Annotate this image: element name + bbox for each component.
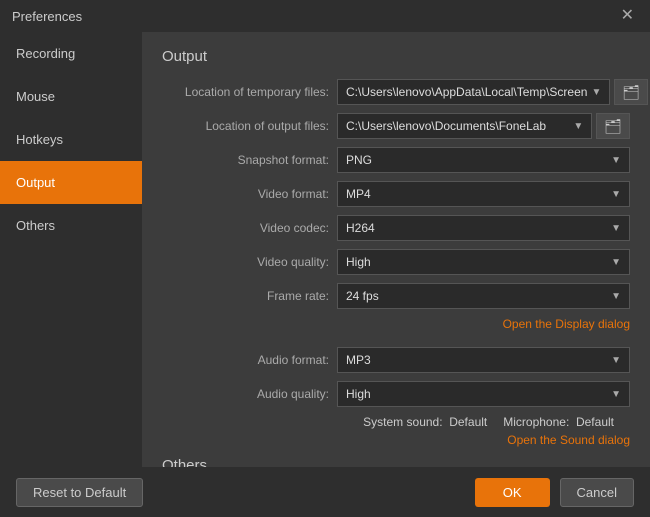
temp-files-select[interactable]: C:\Users\lenovo\AppData\Local\Temp\Scree… [337,79,610,105]
video-quality-label: Video quality: [162,255,337,269]
chevron-icon: ▼ [611,155,621,166]
dialog-footer: Reset to Default OK Cancel [0,467,650,517]
chevron-icon: ▼ [611,389,621,400]
video-codec-label: Video codec: [162,221,337,235]
video-codec-control: H264 ▼ [337,215,630,241]
output-files-row: Location of output files: C:\Users\lenov… [162,113,630,139]
frame-rate-control: 24 fps ▼ [337,283,630,309]
sound-link-row: Open the Sound dialog [162,433,630,447]
audio-format-control: MP3 ▼ [337,347,630,373]
audio-format-select[interactable]: MP3 ▼ [337,347,630,373]
sidebar-item-recording[interactable]: Recording [0,32,142,75]
open-sound-dialog-link[interactable]: Open the Sound dialog [507,433,630,447]
sidebar-item-hotkeys[interactable]: Hotkeys [0,118,142,161]
close-button[interactable]: ✕ [617,6,638,26]
others-section: Others Enable hardware acceleration [162,457,630,467]
sidebar: Recording Mouse Hotkeys Output Others [0,32,142,467]
snapshot-format-row: Snapshot format: PNG ▼ [162,147,630,173]
chevron-icon: ▼ [611,257,621,268]
chevron-icon: ▼ [611,355,621,366]
titlebar: Preferences ✕ [0,0,650,32]
display-link-row: Open the Display dialog [162,317,630,331]
output-files-select[interactable]: C:\Users\lenovo\Documents\FoneLab ▼ [337,113,592,139]
video-format-select[interactable]: MP4 ▼ [337,181,630,207]
output-files-control: C:\Users\lenovo\Documents\FoneLab ▼ 🗂 [337,113,630,139]
audio-status-row: System sound: Default Microphone: Defaul… [162,415,630,429]
video-codec-row: Video codec: H264 ▼ [162,215,630,241]
video-format-row: Video format: MP4 ▼ [162,181,630,207]
output-section-title: Output [162,48,630,65]
preferences-dialog: Preferences ✕ Recording Mouse Hotkeys Ou… [0,0,650,517]
chevron-icon: ▼ [573,121,583,132]
video-quality-row: Video quality: High ▼ [162,249,630,275]
open-display-dialog-link[interactable]: Open the Display dialog [503,317,630,331]
reset-to-default-button[interactable]: Reset to Default [16,478,143,507]
temp-files-folder-button[interactable]: 🗂 [614,79,648,105]
temp-files-control: C:\Users\lenovo\AppData\Local\Temp\Scree… [337,79,648,105]
cancel-button[interactable]: Cancel [560,478,634,507]
microphone-status: Microphone: Default [503,415,614,429]
system-sound-status: System sound: Default [363,415,487,429]
sidebar-item-output[interactable]: Output [0,161,142,204]
audio-quality-select[interactable]: High ▼ [337,381,630,407]
main-content: Output Location of temporary files: C:\U… [142,32,650,467]
audio-quality-row: Audio quality: High ▼ [162,381,630,407]
video-quality-select[interactable]: High ▼ [337,249,630,275]
video-codec-select[interactable]: H264 ▼ [337,215,630,241]
snapshot-format-select[interactable]: PNG ▼ [337,147,630,173]
video-format-control: MP4 ▼ [337,181,630,207]
ok-button[interactable]: OK [475,478,550,507]
temp-files-row: Location of temporary files: C:\Users\le… [162,79,630,105]
frame-rate-select[interactable]: 24 fps ▼ [337,283,630,309]
chevron-icon: ▼ [611,291,621,302]
dialog-title: Preferences [12,9,82,24]
video-quality-control: High ▼ [337,249,630,275]
audio-quality-label: Audio quality: [162,387,337,401]
chevron-icon: ▼ [611,223,621,234]
audio-quality-control: High ▼ [337,381,630,407]
sidebar-item-others[interactable]: Others [0,204,142,247]
others-section-title: Others [162,457,630,467]
frame-rate-row: Frame rate: 24 fps ▼ [162,283,630,309]
temp-files-label: Location of temporary files: [162,85,337,99]
snapshot-format-control: PNG ▼ [337,147,630,173]
audio-format-row: Audio format: MP3 ▼ [162,347,630,373]
video-format-label: Video format: [162,187,337,201]
content-area: Recording Mouse Hotkeys Output Others Ou… [0,32,650,467]
sidebar-item-mouse[interactable]: Mouse [0,75,142,118]
frame-rate-label: Frame rate: [162,289,337,303]
output-files-folder-button[interactable]: 🗂 [596,113,630,139]
snapshot-format-label: Snapshot format: [162,153,337,167]
audio-format-label: Audio format: [162,353,337,367]
chevron-icon: ▼ [591,87,601,98]
output-files-label: Location of output files: [162,119,337,133]
chevron-icon: ▼ [611,189,621,200]
footer-button-group: OK Cancel [475,478,634,507]
